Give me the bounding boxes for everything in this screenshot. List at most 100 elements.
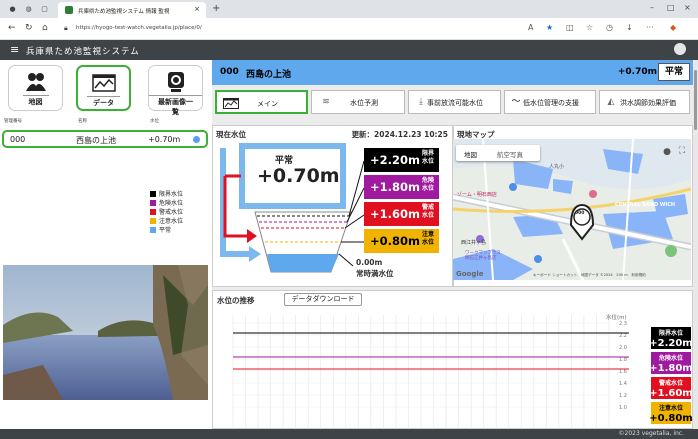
level-legend: 限界水位 危険水位 警戒水位 注意水位 平常: [150, 190, 183, 235]
chart-threshold-value: +2.20m: [649, 338, 692, 349]
chart-y-tick: 1.4: [619, 381, 627, 387]
browser-tab-bar: ● ◍ ▢ 兵庫県ため池監視システム 情報 監視 × + – □ ×: [0, 0, 698, 18]
current-level-value: +0.70m: [257, 165, 340, 187]
legend-item: 限界水位: [150, 190, 183, 199]
col-header-name: 名称: [78, 119, 87, 124]
legend-swatch: [150, 227, 156, 233]
tab-forecast-label: 水位予測: [350, 99, 378, 107]
pond-id: 000: [220, 67, 239, 77]
latest-camera-image[interactable]: [3, 265, 208, 400]
url-field[interactable]: 🔒︎ https://hyogo-test-watch.vegetalia.jp…: [60, 22, 520, 36]
map-type-map-button[interactable]: 地図: [464, 149, 477, 159]
legend-swatch: [150, 200, 156, 206]
back-icon[interactable]: ←: [8, 23, 16, 33]
chart-y-tick: 1.8: [619, 357, 627, 363]
chart-y-tick: 2.0: [619, 345, 627, 351]
map-type-satellite-button[interactable]: 航空写真: [497, 149, 523, 159]
google-logo: Google: [456, 270, 484, 278]
site-map[interactable]: 地図 航空写真 000 ゾーム・明石西店 西江井ヶ島 ワークマンプラス明石江井ヶ…: [453, 139, 691, 280]
user-avatar-icon[interactable]: [674, 43, 686, 55]
base-level-label: 常時満水位: [356, 269, 394, 278]
warning-level-box: +1.60m 警戒 水位: [364, 202, 439, 226]
split-screen-icon[interactable]: ◫: [566, 23, 574, 32]
downloads-icon[interactable]: ↓: [626, 23, 633, 32]
chart-y-tick: 1.2: [619, 393, 627, 399]
limit-level-value: +2.20m: [370, 153, 420, 167]
map-label-station: ゾーム・明石西店: [457, 192, 497, 198]
map-attribution: キーボード ショートカット 地図データ ©2024 200 m 利用規約: [533, 273, 646, 277]
nav-latest-images-button[interactable]: 最新画像一覧: [148, 65, 203, 116]
pond-row-id: 000: [10, 135, 26, 144]
chart-threshold-value: +1.80m: [649, 363, 692, 374]
chart-threshold-label: 危険水位: [658, 354, 683, 362]
nav-map-button[interactable]: 地図: [8, 65, 63, 111]
data-chart-icon: [91, 72, 116, 94]
tab-main-label: メイン: [257, 100, 278, 108]
address-bar-row: ← ↻ ⌂ 🔒︎ https://hyogo-test-watch.vegeta…: [0, 18, 698, 40]
chart-y-tick: 1.0: [619, 405, 627, 411]
caution-level-value: +0.80m: [370, 234, 420, 248]
nav-data-button[interactable]: データ: [76, 65, 131, 111]
pond-list-row[interactable]: 000 西島の上池 +0.70m: [2, 130, 208, 148]
tab-low-level[interactable]: 〜 低水位管理の支援: [504, 90, 596, 114]
nav-latest-images-label: 最新画像一覧: [149, 95, 202, 118]
data-download-button[interactable]: データダウンロード: [284, 293, 362, 306]
maximize-icon[interactable]: □: [667, 3, 675, 12]
legend-swatch: [150, 191, 156, 197]
chart-threshold-label: 限界水位: [659, 329, 683, 337]
minimize-icon[interactable]: –: [650, 3, 654, 12]
legend-item: 警戒水位: [150, 208, 183, 217]
nav-map-label: 地図: [22, 95, 49, 108]
tab-prerelease[interactable]: ⤓ 事前放流可能水位: [408, 90, 501, 114]
more-icon[interactable]: ···: [646, 23, 654, 32]
map-label-school: 人丸小: [549, 164, 565, 170]
browser-tab[interactable]: 兵庫県ため池監視システム 情報 監視 ×: [58, 2, 206, 18]
level-history-panel: 水位の推移 データダウンロード 2.3 2.2 2.0 1.8 1.6 1.4 1.2 1.0…: [212, 290, 693, 430]
page-scrollbar[interactable]: [693, 60, 698, 429]
favorites-icon[interactable]: ☆: [586, 23, 593, 32]
main-content: 000 西島の上池 +0.70m 平常 メイン ≋ 水位予測 ⤓ 事前放流可能水…: [212, 60, 693, 430]
home-icon[interactable]: ⌂: [42, 23, 48, 33]
map-label-sandwich: CENTRAL SAND WICH: [615, 202, 676, 208]
col-header-id: 管理番号: [4, 119, 22, 124]
scrollbar-thumb[interactable]: [694, 70, 697, 130]
reload-icon[interactable]: ↻: [25, 23, 33, 33]
tab-main[interactable]: メイン: [215, 90, 308, 114]
legend-swatch: [150, 209, 156, 215]
close-window-icon[interactable]: ×: [684, 3, 691, 12]
profile-icon[interactable]: ●: [8, 5, 17, 13]
tab-flood-label: 洪水調節効果評価: [620, 99, 676, 107]
map-label-mall: ワークマンプラス明石江井ヶ島店: [465, 251, 501, 261]
favorite-star-icon[interactable]: ★: [546, 23, 553, 32]
chart-y-tick: 1.6: [619, 369, 627, 375]
new-tab-icon[interactable]: +: [212, 3, 220, 14]
chart-y-unit: 水位(m): [606, 315, 627, 321]
map-fullscreen-icon[interactable]: ⛶: [679, 146, 685, 156]
hamburger-menu-icon[interactable]: ≡: [10, 43, 19, 56]
legend-item: 注意水位: [150, 217, 183, 226]
browser-tab-title: 兵庫県ため池監視システム 情報 監視: [78, 9, 170, 15]
legend-item: 平常: [150, 226, 183, 235]
chart-threshold-label: 注意水位: [659, 404, 683, 412]
close-tab-icon[interactable]: ×: [194, 5, 200, 13]
tab-forecast[interactable]: ≋ 水位予測: [311, 90, 405, 114]
read-aloud-icon[interactable]: A: [528, 23, 533, 32]
workspaces-icon[interactable]: ◍: [24, 5, 33, 13]
map-marker-label[interactable]: 000: [575, 211, 584, 216]
tab-low-level-label: 低水位管理の支援: [523, 99, 579, 107]
map-pegman-icon[interactable]: ●: [663, 147, 671, 157]
limit-level-box: +2.20m 限界 水位: [364, 148, 439, 172]
chart-threshold-label: 警戒水位: [658, 379, 683, 387]
chart-threshold-value: +1.60m: [649, 388, 692, 399]
lock-icon: 🔒︎: [64, 24, 68, 32]
current-level-panel: 現在水位 更新：2024.12.23 10:25 平常 +0.70m +2.20…: [212, 125, 453, 287]
danger-level-label: 危険 水位: [421, 177, 434, 192]
tab-flood[interactable]: ◭ 洪水調節効果評価: [599, 90, 690, 114]
history-icon[interactable]: ◷: [606, 23, 613, 32]
base-level-value: 0.00m: [356, 258, 383, 267]
tab-actions-icon[interactable]: ▢: [40, 5, 49, 13]
map-type-toggle: 地図 航空写真: [456, 145, 540, 161]
wave-icon: ≋: [322, 97, 330, 107]
caution-level-label: 注意 水位: [421, 231, 434, 246]
copilot-icon[interactable]: ◆: [670, 23, 676, 32]
